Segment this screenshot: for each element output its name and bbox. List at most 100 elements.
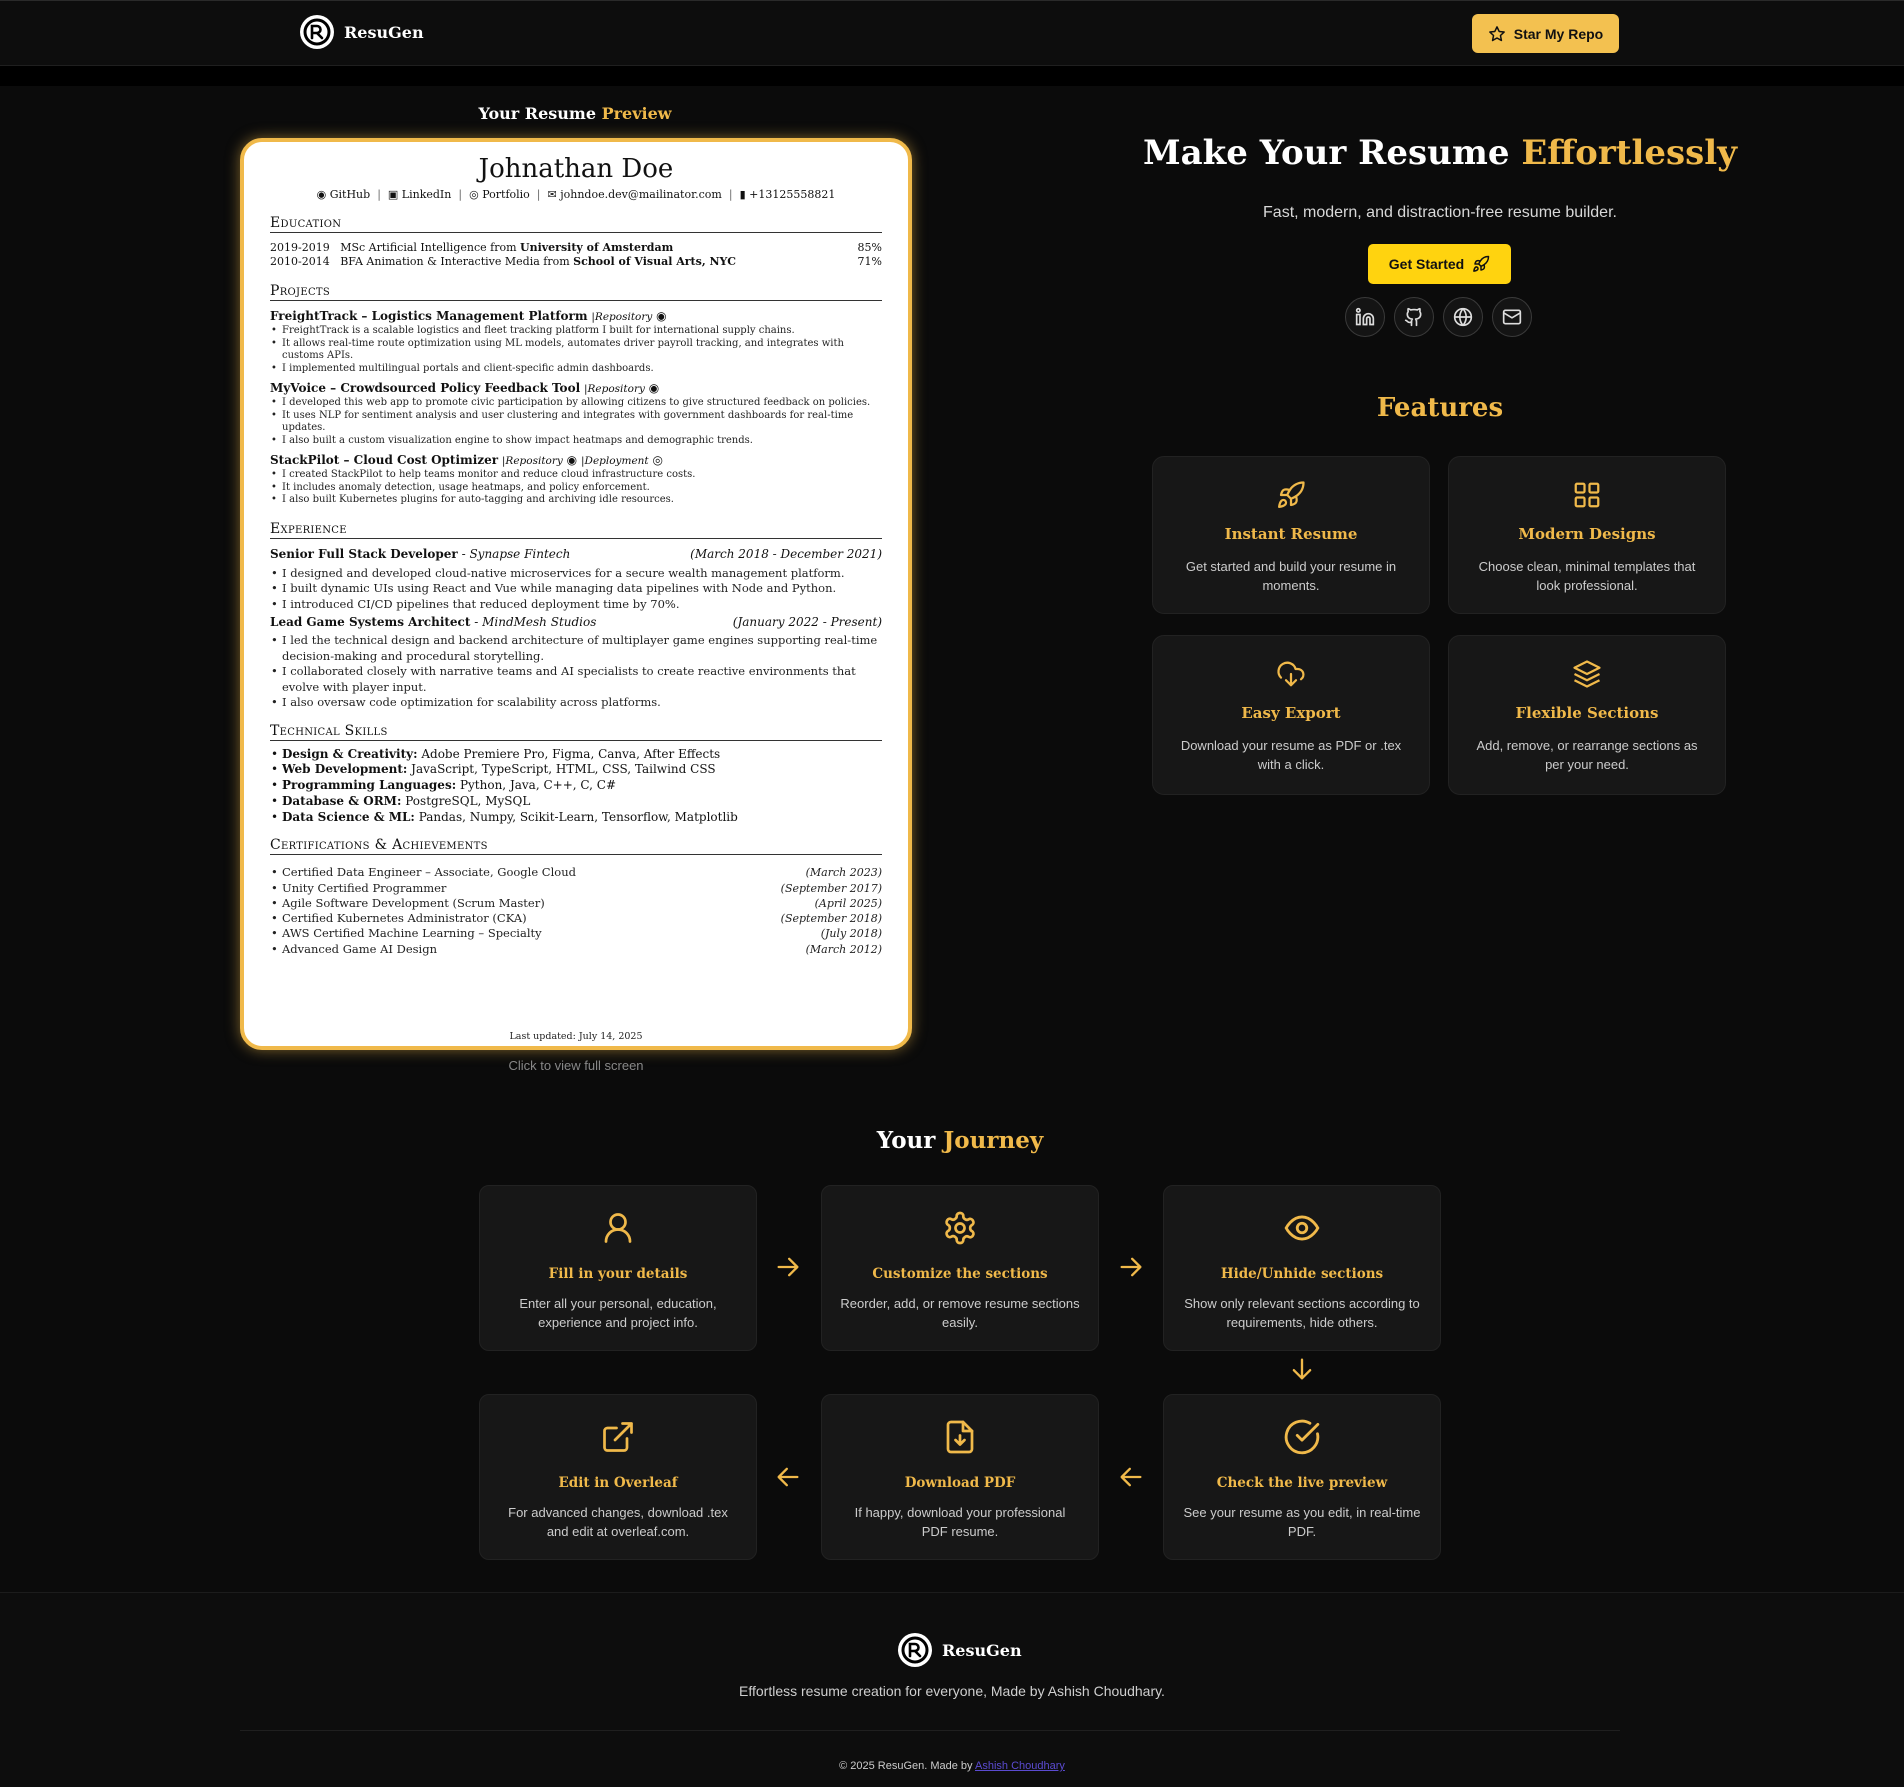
- eye-icon: [1284, 1215, 1320, 1241]
- project-bullet: I also built a custom visualization engi…: [270, 435, 882, 448]
- skill-label: Programming Languages:: [282, 778, 457, 793]
- github-icon: ◉: [656, 309, 667, 323]
- exp-bullet: I led the technical design and backend a…: [270, 633, 882, 664]
- exp-company: Synapse Fintech: [469, 546, 571, 561]
- email-button[interactable]: [1492, 297, 1532, 337]
- hero-subtitle: Fast, modern, and distraction-free resum…: [1263, 204, 1617, 221]
- contact-github-label: GitHub: [329, 188, 371, 201]
- gear-icon: [945, 1211, 975, 1245]
- github-button[interactable]: [1394, 297, 1434, 337]
- journey-step-desc: Enter all your personal, education, expe…: [519, 1296, 717, 1330]
- cert-name: AWS Certified Machine Learning – Special…: [282, 926, 542, 941]
- project-bullet: I developed this web app to promote civi…: [270, 397, 882, 410]
- resume-preview-card[interactable]: Johnathan Doe ◉ GitHub | ▣ LinkedIn | ◎ Po…: [240, 138, 912, 1050]
- author-link[interactable]: Ashish Choudhary: [975, 1760, 1065, 1772]
- section-skills-title: Technical Skills: [270, 723, 882, 741]
- project-bullet: It allows real-time route optimization u…: [270, 338, 882, 363]
- cert-date: (July 2018): [820, 927, 882, 941]
- brand-name: ResuGen: [344, 22, 424, 42]
- edu-school: School of Visual Arts, NYC: [573, 255, 736, 268]
- project-repo-link[interactable]: |Repository: [591, 311, 652, 323]
- project-item: MyVoice – Crowdsourced Policy Feedback T…: [270, 381, 882, 447]
- cert-name: Advanced Game AI Design: [282, 941, 437, 956]
- feature-desc: Get started and build your resume in mom…: [1185, 559, 1397, 593]
- star-repo-label: Star My Repo: [1513, 25, 1604, 42]
- logo-icon: [898, 1633, 932, 1667]
- footer: ResuGen Effortless resume creation for e…: [0, 1592, 1904, 1787]
- skill-value: PostgreSQL, MySQL: [405, 793, 531, 808]
- check-circle-icon: [1284, 1419, 1320, 1455]
- section-certs-title: Certifications & Achievements: [270, 837, 882, 856]
- contact-linkedin-label: LinkedIn: [401, 188, 452, 201]
- section-education-title: Education: [270, 215, 882, 233]
- journey-step-title: Check the live preview: [1216, 1475, 1388, 1491]
- journey-step-desc: Show only relevant sections according to…: [1184, 1296, 1420, 1330]
- feature-title: Instant Resume: [1224, 525, 1358, 543]
- cert-date: (March 2023): [805, 866, 882, 880]
- journey-step-desc: See your resume as you edit, in real-tim…: [1183, 1505, 1421, 1539]
- skill-value: Python, Java, C++, C, C#: [459, 778, 617, 793]
- exp-company: MindMesh Studios: [482, 615, 597, 629]
- experience-item: Senior Full Stack Developer - Synapse Fi…: [270, 547, 882, 613]
- project-repo-link[interactable]: |Repository: [502, 455, 563, 467]
- website-button[interactable]: [1443, 297, 1483, 337]
- edu-degree: MSc Artificial Intelligence from: [340, 241, 520, 254]
- skill-row: Database & ORM: PostgreSQL, MySQL: [270, 794, 882, 810]
- feature-desc: Add, remove, or rearrange sections as pe…: [1476, 738, 1698, 772]
- journey-title-prefix: Your: [876, 1127, 944, 1154]
- user-icon: [604, 1213, 632, 1243]
- journey-step-desc: For advanced changes, download .tex and …: [508, 1505, 728, 1539]
- skill-row: Data Science & ML: Pandas, Numpy, Scikit…: [270, 810, 882, 826]
- nav-logo[interactable]: ResuGen: [300, 15, 424, 49]
- project-repo-link[interactable]: |Repository: [584, 383, 645, 395]
- preview-hint: Click to view full screen: [508, 1058, 644, 1073]
- skills-list: Design & Creativity: Adobe Premiere Pro,…: [270, 747, 882, 826]
- linkedin-button[interactable]: [1345, 297, 1385, 337]
- cert-name: Certified Kubernetes Administrator (CKA): [282, 911, 527, 926]
- hero-title-highlight: Effortlessly: [1521, 133, 1737, 173]
- education-row: 2010-2014 BFA Animation & Interactive Me…: [270, 255, 882, 269]
- journey-step-overleaf: Edit in Overleaf For advanced changes, d…: [479, 1394, 757, 1560]
- project-bullet: I implemented multilingual portals and c…: [270, 363, 882, 376]
- footer-tagline: Effortless resume creation for everyone,…: [739, 1683, 1165, 1699]
- feature-title: Modern Designs: [1518, 525, 1656, 543]
- project-title: MyVoice – Crowdsourced Policy Feedback T…: [270, 381, 581, 395]
- cert-date: (September 2018): [780, 912, 882, 926]
- edu-grade: 71%: [857, 255, 882, 268]
- project-bullet: It uses NLP for sentiment analysis and u…: [270, 410, 882, 435]
- arrow-right-icon: [1116, 1252, 1146, 1282]
- contact-email[interactable]: ✉ johndoe.dev@mailinator.com: [548, 188, 722, 201]
- skill-value: Pandas, Numpy, Scikit-Learn, Tensorflow,…: [418, 809, 738, 824]
- exp-dates: (March 2018 - December 2021): [690, 546, 882, 561]
- grid-icon: [1574, 482, 1600, 508]
- journey-step-title: Customize the sections: [872, 1266, 1048, 1282]
- navbar: ResuGen Star My Repo: [0, 0, 1904, 66]
- logo-icon: [300, 15, 334, 49]
- contact-portfolio[interactable]: ◎ Portfolio: [469, 188, 530, 201]
- education-list: 2019-2019 MSc Artificial Intelligence fr…: [270, 241, 882, 269]
- contact-github[interactable]: ◉ GitHub: [317, 188, 371, 201]
- mail-icon: [1502, 309, 1522, 325]
- project-deploy-link[interactable]: |Deployment: [581, 455, 649, 467]
- arrow-left-icon: [773, 1462, 803, 1492]
- star-repo-button[interactable]: Star My Repo: [1472, 14, 1619, 53]
- globe-icon: [1453, 307, 1473, 327]
- skill-label: Database & ORM:: [282, 793, 402, 808]
- skill-label: Design & Creativity:: [282, 746, 418, 761]
- arrow-left-icon: [1116, 1462, 1146, 1492]
- skill-row: Web Development: JavaScript, TypeScript,…: [270, 762, 882, 778]
- section-projects-title: Projects: [270, 283, 882, 301]
- journey-step-desc: If happy, download your professional PDF…: [854, 1505, 1066, 1539]
- exp-bullet: I also oversaw code optimization for sca…: [270, 695, 882, 711]
- globe-icon: ◎: [652, 453, 663, 467]
- resume-name: Johnathan Doe: [478, 154, 674, 184]
- footer-logo[interactable]: ResuGen: [898, 1633, 1022, 1667]
- feature-desc: Choose clean, minimal templates that loo…: [1478, 559, 1696, 593]
- arrow-right-icon: [773, 1252, 803, 1282]
- skill-label: Data Science & ML:: [282, 809, 415, 824]
- resume-last-updated: Last updated: July 14, 2025: [509, 1031, 643, 1042]
- contact-phone[interactable]: ▮ +13125558821: [740, 188, 836, 201]
- get-started-button[interactable]: Get Started: [1368, 244, 1511, 284]
- contact-linkedin[interactable]: ▣ LinkedIn: [388, 188, 451, 201]
- project-bullet: I created StackPilot to help teams monit…: [270, 469, 882, 482]
